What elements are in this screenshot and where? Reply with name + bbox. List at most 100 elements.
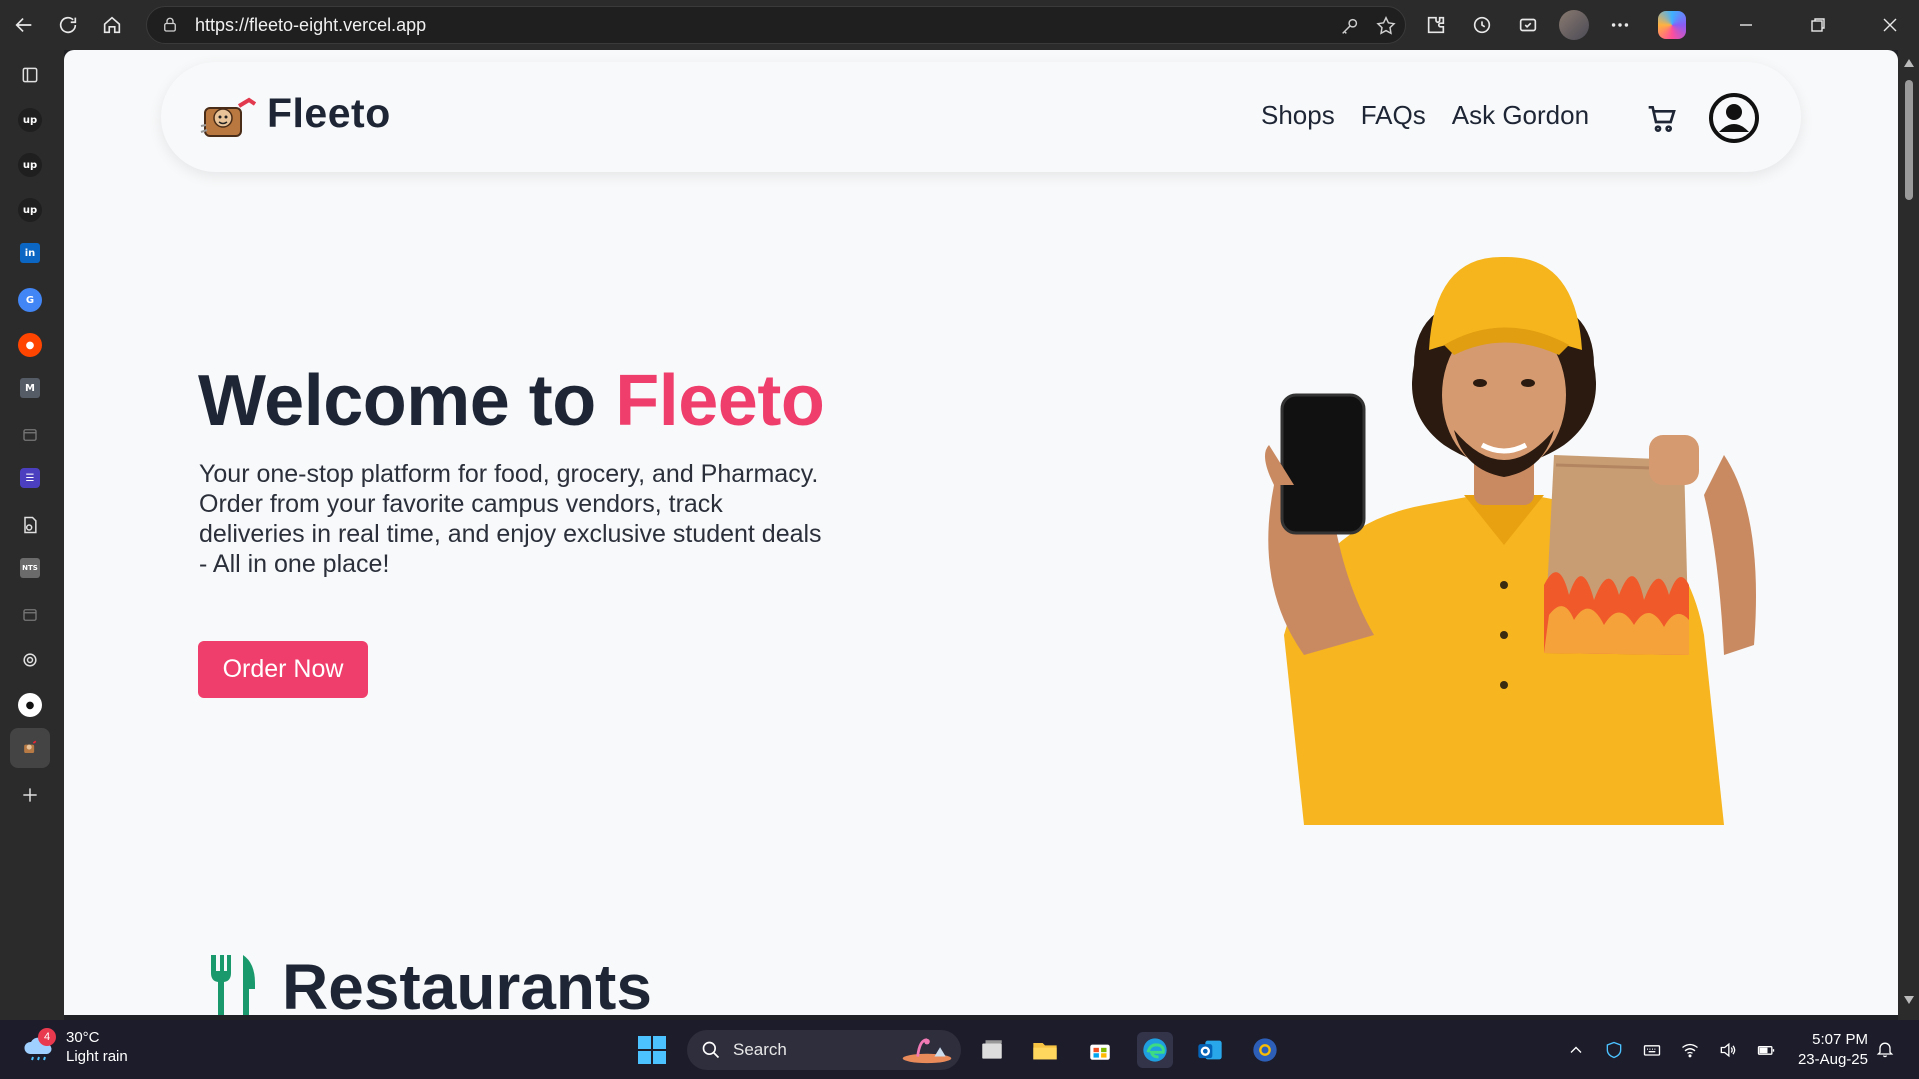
- system-tray: [1566, 1020, 1776, 1079]
- scroll-down-icon[interactable]: [1903, 995, 1915, 1005]
- home-icon: [103, 16, 121, 34]
- volume-icon[interactable]: [1718, 1040, 1738, 1060]
- fleeto-tab-icon[interactable]: [18, 736, 42, 760]
- outlook-icon[interactable]: [1192, 1032, 1228, 1068]
- history-icon: [1473, 16, 1491, 34]
- arrow-left-icon: [15, 17, 32, 33]
- temperature: 30°C: [66, 1029, 100, 1046]
- home-button[interactable]: [90, 5, 134, 45]
- page-scrollbar[interactable]: [1898, 50, 1919, 1020]
- restaurants-heading: Restaurants: [282, 951, 652, 1015]
- hero-description: Your one-stop platform for food, grocery…: [199, 460, 822, 578]
- github-icon[interactable]: ●: [18, 693, 42, 717]
- avatar: [1559, 10, 1589, 40]
- list-icon[interactable]: ☰: [20, 468, 40, 488]
- site-header: Fleeto Shops FAQs Ask Gordon: [161, 62, 1801, 172]
- system-clock[interactable]: 5:07 PM 23-Aug-25: [1790, 1030, 1868, 1070]
- order-now-button[interactable]: Order Now: [198, 641, 368, 698]
- add-icon[interactable]: [18, 783, 42, 807]
- brand-name[interactable]: Fleeto: [267, 90, 391, 137]
- google-icon[interactable]: G: [18, 288, 42, 312]
- minimize-button[interactable]: [1717, 0, 1775, 50]
- cloud-rain-icon: 4: [22, 1028, 56, 1062]
- copilot-icon: [1658, 11, 1686, 39]
- battery-icon[interactable]: [1756, 1040, 1776, 1060]
- more-button[interactable]: [1598, 5, 1642, 45]
- screenshot-icon: [1519, 18, 1537, 32]
- hero-title-prefix: Welcome to: [198, 361, 616, 441]
- close-button[interactable]: [1861, 0, 1919, 50]
- search-label: Search: [733, 1040, 787, 1059]
- script-icon[interactable]: [18, 513, 42, 537]
- weather-badge: 4: [38, 1028, 56, 1046]
- copilot-button[interactable]: [1650, 5, 1694, 45]
- scroll-up-icon[interactable]: [1903, 58, 1915, 68]
- ellipsis-icon: [1611, 23, 1629, 27]
- puzzle-icon: [1427, 16, 1445, 34]
- back-button[interactable]: [2, 5, 46, 45]
- tabs-panel-icon[interactable]: [18, 63, 42, 87]
- refresh-button[interactable]: [46, 5, 90, 45]
- edge-browser-icon[interactable]: [1137, 1032, 1173, 1068]
- scroll-thumb[interactable]: [1905, 80, 1913, 200]
- url-text[interactable]: https://fleeto-eight.vercel.app: [195, 15, 426, 36]
- lock-icon: [161, 16, 179, 34]
- store-icon[interactable]: [1082, 1032, 1118, 1068]
- weather-widget[interactable]: 4 30°C Light rain: [22, 1028, 128, 1066]
- task-view-icon[interactable]: [974, 1032, 1010, 1068]
- close-icon: [1883, 18, 1897, 32]
- hero-title-accent: Fleeto: [615, 361, 825, 441]
- reddit-icon[interactable]: ●: [18, 333, 42, 357]
- restore-button[interactable]: [1789, 0, 1847, 50]
- profile-button[interactable]: [1552, 5, 1596, 45]
- chrome-app-icon[interactable]: [1247, 1032, 1283, 1068]
- page-viewport: Fleeto Shops FAQs Ask Gordon Welcome to …: [64, 50, 1898, 1015]
- toolbar-actions: [1414, 5, 1694, 45]
- search-icon: [702, 1041, 720, 1059]
- clock-time: 5:07 PM: [1812, 1031, 1868, 1048]
- notification-bell-icon[interactable]: [1875, 1039, 1895, 1059]
- user-account-icon[interactable]: [1708, 92, 1760, 144]
- cart-icon[interactable]: [1646, 102, 1678, 134]
- chevron-up-icon[interactable]: [1566, 1040, 1586, 1060]
- wifi-icon[interactable]: [1680, 1040, 1700, 1060]
- weather-text: 30°C Light rain: [66, 1028, 128, 1066]
- start-button[interactable]: [638, 1036, 666, 1064]
- key-icon[interactable]: [1339, 15, 1361, 37]
- extensions-button[interactable]: [1414, 5, 1458, 45]
- browser-toolbar: https://fleeto-eight.vercel.app: [0, 0, 1919, 50]
- search-highlight-icon: [902, 1038, 952, 1064]
- nav-link-shops[interactable]: Shops: [1261, 100, 1335, 131]
- file-explorer-icon[interactable]: [1027, 1032, 1063, 1068]
- linkedin-icon[interactable]: in: [20, 243, 40, 263]
- screenshot-button[interactable]: [1506, 5, 1550, 45]
- fork-knife-icon: [207, 955, 259, 1015]
- window-controls: [1717, 0, 1919, 50]
- openai-icon[interactable]: [18, 648, 42, 672]
- nav-link-ask-gordon[interactable]: Ask Gordon: [1452, 100, 1589, 131]
- star-icon[interactable]: [1375, 15, 1397, 37]
- nav-link-faqs[interactable]: FAQs: [1361, 100, 1426, 131]
- taskbar-search[interactable]: Search: [687, 1030, 961, 1070]
- os-taskbar: 4 30°C Light rain Search 5:07 PM 23-Aug-…: [0, 1020, 1919, 1079]
- delivery-person-image: [1265, 256, 1756, 825]
- restore-icon: [1811, 18, 1825, 32]
- history-button[interactable]: [1460, 5, 1504, 45]
- upwork-icon[interactable]: up: [18, 153, 42, 177]
- refresh-icon: [59, 16, 77, 34]
- weather-condition: Light rain: [66, 1048, 128, 1065]
- clock-date: 23-Aug-25: [1797, 1051, 1868, 1068]
- fleeto-logo-icon[interactable]: [199, 92, 259, 142]
- keyboard-icon[interactable]: [1642, 1040, 1662, 1060]
- minimize-icon: [1740, 24, 1752, 26]
- hero-title: Welcome to Fleeto: [198, 360, 825, 442]
- main-nav: Shops FAQs Ask Gordon: [1261, 100, 1589, 131]
- upwork-icon[interactable]: up: [18, 108, 42, 132]
- m-icon[interactable]: M: [20, 378, 40, 398]
- address-bar[interactable]: https://fleeto-eight.vercel.app: [146, 6, 1406, 44]
- shield-icon[interactable]: [1604, 1040, 1624, 1060]
- upwork-icon[interactable]: up: [18, 198, 42, 222]
- page-icon[interactable]: [18, 423, 42, 447]
- page-icon[interactable]: [18, 603, 42, 627]
- nts-icon[interactable]: NTS: [20, 558, 40, 578]
